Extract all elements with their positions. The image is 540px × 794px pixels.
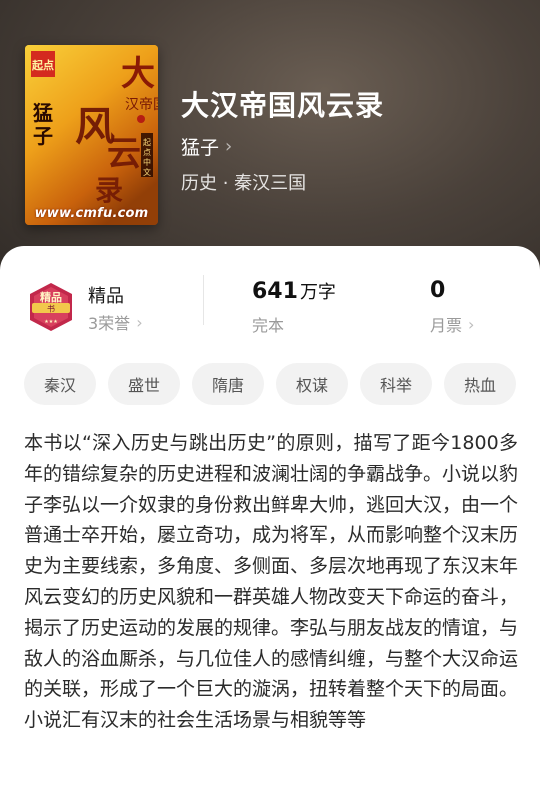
word-count: 641 万字 (252, 278, 336, 304)
book-cover[interactable]: 起点 猛 子 大 汉帝国 风 云 录 起 点 中 文 www.cmfu.com (25, 45, 158, 225)
svg-text:子: 子 (33, 124, 53, 148)
svg-text:书: 书 (47, 304, 55, 314)
tag-chip[interactable]: 秦汉 (24, 363, 96, 405)
word-count-value: 641 (252, 279, 298, 304)
svg-text:中: 中 (143, 157, 151, 167)
monthly-ticket-link[interactable]: 月票 › (430, 312, 474, 336)
chevron-right-icon: › (468, 314, 475, 334)
quality-badge-icon[interactable]: 精品 书 ★★★ (26, 281, 76, 333)
badge-label: 精品 (88, 286, 124, 307)
author-name: 猛子 (181, 137, 220, 159)
svg-text:起: 起 (143, 138, 151, 147)
completion-status: 完本 (252, 316, 285, 335)
book-title: 大汉帝国风云录 (181, 89, 385, 122)
svg-text:★★★: ★★★ (44, 319, 58, 325)
svg-text:猛: 猛 (32, 101, 53, 125)
honor-count: 3荣誉 (88, 314, 131, 333)
tag-list: 秦汉 盛世 隋唐 权谋 科举 热血 (24, 363, 516, 405)
honor-link[interactable]: 3荣誉 › (88, 310, 143, 334)
tag-chip[interactable]: 科举 (360, 363, 432, 405)
tag-chip[interactable]: 盛世 (108, 363, 180, 405)
monthly-ticket-count: 0 (430, 278, 446, 303)
author-link[interactable]: 猛子 › (181, 133, 232, 160)
genre-label: 历史 · 秦汉三国 (181, 173, 307, 194)
monthly-ticket-label: 月票 (430, 316, 463, 335)
svg-text:文: 文 (143, 167, 151, 177)
tag-chip[interactable]: 权谋 (276, 363, 348, 405)
svg-text:精品: 精品 (40, 290, 62, 304)
svg-text:云: 云 (107, 134, 141, 174)
cover-art: 起点 猛 子 大 汉帝国 风 云 录 起 点 中 文 (25, 45, 158, 225)
book-description[interactable]: 本书以“深入历史与跳出历史”的原则，描写了距今1800多年的错综复杂的历史进程和… (24, 428, 518, 736)
svg-text:点: 点 (143, 148, 151, 157)
chevron-right-icon: › (225, 136, 233, 157)
word-count-unit: 万字 (299, 282, 336, 303)
tag-chip[interactable]: 隋唐 (192, 363, 264, 405)
tag-chip[interactable]: 热血 (444, 363, 516, 405)
divider (203, 275, 204, 325)
chevron-right-icon: › (136, 312, 143, 332)
svg-text:汉帝国: 汉帝国 (125, 97, 158, 113)
svg-text:录: 录 (95, 174, 123, 207)
svg-text:大: 大 (121, 54, 155, 94)
svg-text:起点: 起点 (31, 58, 54, 72)
cover-url-text: www.cmfu.com (34, 206, 149, 221)
